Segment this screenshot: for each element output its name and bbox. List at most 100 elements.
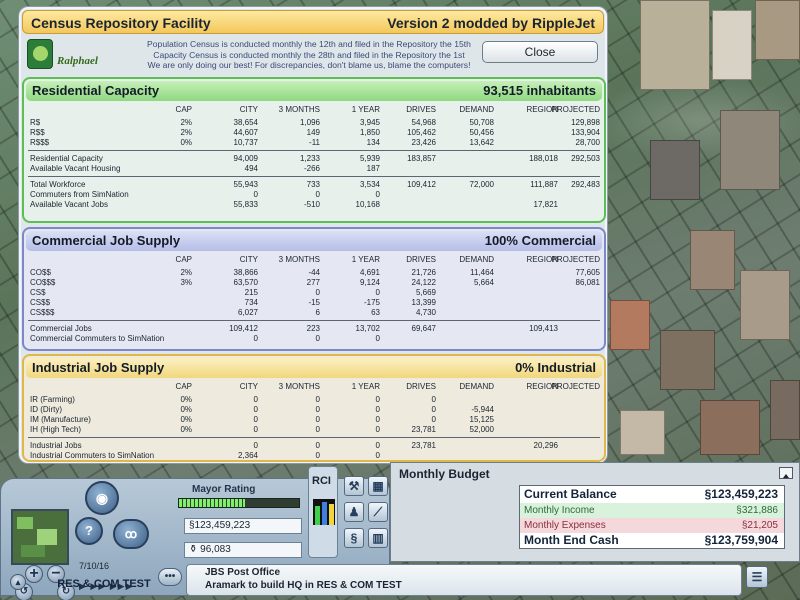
column-header-y1: 1 YEAR xyxy=(351,382,380,391)
cell-city: 55,943 xyxy=(233,180,258,189)
more-options-button[interactable]: ••• xyxy=(158,568,182,586)
cell-y1: 1,850 xyxy=(359,128,380,137)
cell-m3: 0 xyxy=(315,425,320,434)
table-row: CS$ 215 0 0 5,669 xyxy=(28,288,600,298)
cell-region: 20,296 xyxy=(533,441,558,450)
rci-bar-r xyxy=(315,505,320,525)
cell-m3: -510 xyxy=(303,200,320,209)
minimap-tile xyxy=(17,517,33,529)
minimize-button[interactable] xyxy=(779,467,793,479)
cell-demand: 50,708 xyxy=(469,118,494,127)
cell-projected: 77,605 xyxy=(575,268,600,277)
budget-button[interactable]: § xyxy=(344,528,364,548)
column-header-projected: PROJECTED xyxy=(551,255,600,264)
row-label: ID (Dirty) xyxy=(30,405,62,414)
help-button[interactable]: ? xyxy=(75,517,103,545)
industrial-section: Industrial Job Supply 0% Industrial CAP C… xyxy=(22,354,606,462)
news-list-button[interactable]: ☰ xyxy=(746,566,768,588)
cell-y1: 0 xyxy=(375,190,380,199)
cell-projected: 129,898 xyxy=(571,118,600,127)
column-header-m3: 3 MONTHS xyxy=(278,255,320,264)
cell-drives: 69,647 xyxy=(411,324,436,333)
building xyxy=(660,330,715,390)
current-balance-row: Current Balance §123,459,223 xyxy=(520,487,784,502)
table-row: Commercial Commuters to SimNation 0 0 0 xyxy=(28,334,600,344)
list-icon: ☰ xyxy=(751,570,763,584)
column-header-cap: CAP xyxy=(175,382,192,391)
chart-button[interactable]: ▥ xyxy=(368,528,388,548)
cell-drives: 105,462 xyxy=(407,128,436,137)
graph-button[interactable]: ⟋ xyxy=(368,502,388,522)
residential-header: Residential Capacity 93,515 inhabitants xyxy=(26,81,602,101)
cell-city: 0 xyxy=(253,415,258,424)
dollar-icon: § xyxy=(350,531,358,545)
census-window: Census Repository Facility Version 2 mod… xyxy=(18,6,608,464)
window-title: Census Repository Facility xyxy=(31,15,211,31)
line-graph-icon: ⟋ xyxy=(373,505,383,519)
column-headers: CAP CITY 3 MONTHS 1 YEAR DRIVES DEMAND REGION P… xyxy=(28,105,600,115)
globe-icon: ◉ xyxy=(95,490,109,506)
column-header-demand: DEMAND xyxy=(459,382,494,391)
cell-y1: 0 xyxy=(375,288,380,297)
month-end-row: Month End Cash §123,759,904 xyxy=(520,533,784,548)
row-label: Total Workforce xyxy=(30,180,86,189)
minimap[interactable] xyxy=(11,509,69,565)
cell-y1: 0 xyxy=(375,395,380,404)
cell-projected: 133,904 xyxy=(571,128,600,137)
cell-city: 44,607 xyxy=(233,128,258,137)
cell-drives: 23,781 xyxy=(411,425,436,434)
column-header-city: CITY xyxy=(239,105,258,114)
cell-m3: 0 xyxy=(315,395,320,404)
notice-line: Population Census is conducted monthly t… xyxy=(147,39,471,49)
notice-line: Capacity Census is conducted monthly the… xyxy=(153,49,465,60)
cell-drives: 54,968 xyxy=(411,118,436,127)
map-tool-button[interactable]: ▦ xyxy=(368,476,388,496)
population-display: ⚱ 96,083 xyxy=(184,542,302,558)
monthly-expenses-row: Monthly Expenses §21,205 xyxy=(520,518,784,533)
minimap-tile xyxy=(21,545,45,557)
population-value: 96,083 xyxy=(200,544,231,555)
column-header-city: CITY xyxy=(239,255,258,264)
table-row: CS$$ 734 -15 -175 13,399 xyxy=(28,298,600,308)
cell-demand: 72,000 xyxy=(469,180,494,189)
cell-city: 0 xyxy=(253,395,258,404)
section-title: Commercial Job Supply xyxy=(32,233,181,248)
cell-y1: 5,939 xyxy=(359,154,380,163)
table-row: R$$$ 0% 10,737 -11 134 23,426 13,642 28,700 xyxy=(28,138,600,148)
row-label: R$$$ xyxy=(30,138,50,147)
cell-city: 63,570 xyxy=(233,278,258,287)
section-title: Industrial Job Supply xyxy=(32,360,165,375)
city-menu-button[interactable]: ▴ xyxy=(10,574,26,590)
cell-demand: 52,000 xyxy=(469,425,494,434)
table-row: CO$$ 2% 38,866 -44 4,691 21,726 11,464 77,605 xyxy=(28,268,600,278)
cell-drives: 183,857 xyxy=(407,154,436,163)
advisor-button[interactable]: ♟ xyxy=(344,502,364,522)
people-icon: ꝏ xyxy=(124,527,138,541)
mayor-mode-button[interactable]: ◉ xyxy=(85,481,119,515)
news-ticker[interactable]: JBS Post Office Aramark to build HQ in R… xyxy=(186,564,742,596)
cell-m3: 0 xyxy=(315,190,320,199)
question-icon: ? xyxy=(85,523,93,538)
cell-city: 0 xyxy=(253,334,258,343)
cell-city: 494 xyxy=(244,164,258,173)
city-name: RES & COM TEST xyxy=(57,578,151,590)
rci-indicator[interactable]: RCI xyxy=(308,466,338,558)
divider xyxy=(28,320,600,321)
triangle-icon: ▴ xyxy=(15,577,21,587)
rci-bar-c xyxy=(322,501,327,525)
cell-demand: 11,464 xyxy=(470,268,494,277)
population-icon: ⚱ xyxy=(189,544,198,555)
cell-drives: 21,726 xyxy=(411,268,436,277)
cell-city: 0 xyxy=(253,190,258,199)
residential-section: Residential Capacity 93,515 inhabitants … xyxy=(22,77,606,223)
query-tool-button[interactable]: ⚒ xyxy=(344,476,364,496)
row-label: CS$ xyxy=(30,288,46,297)
news-message: Aramark to build HQ in RES & COM TEST xyxy=(205,580,402,591)
row-label: IR (Farming) xyxy=(30,395,75,404)
close-button[interactable]: Close xyxy=(482,41,598,63)
my-sim-button[interactable]: ꝏ xyxy=(113,519,149,549)
ellipsis-icon: ••• xyxy=(164,571,176,582)
cell-city: 38,654 xyxy=(233,118,258,127)
budget-panel: Monthly Budget Current Balance §123,459,… xyxy=(390,462,800,562)
cell-y1: 3,945 xyxy=(359,118,380,127)
